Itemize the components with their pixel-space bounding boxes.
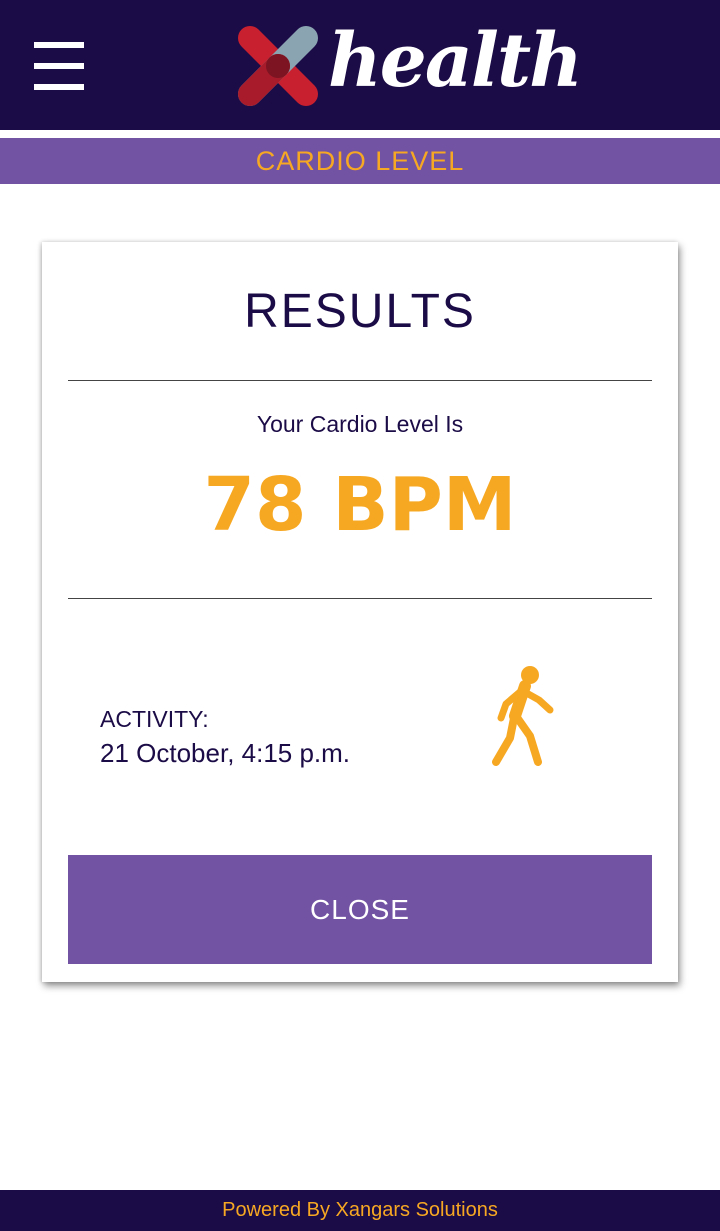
- divider-top: [68, 380, 652, 381]
- section-title-bar: CARDIO LEVEL: [0, 138, 720, 184]
- cardio-level-label: Your Cardio Level Is: [256, 411, 464, 437]
- app-footer: Powered By Xangars Solutions: [0, 1190, 720, 1231]
- activity-label: ACTIVITY:: [100, 706, 209, 732]
- activity-timestamp: 21 October, 4:15 p.m.: [100, 738, 351, 768]
- section-title: CARDIO LEVEL: [255, 146, 465, 176]
- menu-bar-top: [34, 42, 84, 48]
- divider-bottom: [68, 598, 652, 599]
- app-header: health: [0, 0, 720, 130]
- app-logo: health: [232, 18, 583, 112]
- results-card: RESULTS Your Cardio Level Is 78 BPM ACTI…: [42, 242, 678, 982]
- menu-bar-middle: [34, 63, 84, 69]
- walking-person-icon: [492, 666, 554, 766]
- results-title: RESULTS: [244, 285, 476, 338]
- cardio-level-value: 78 BPM: [203, 462, 517, 548]
- logo-wordmark: health: [328, 18, 583, 104]
- hamburger-menu-icon[interactable]: [34, 42, 84, 90]
- footer-powered-by: Powered By Xangars Solutions: [222, 1199, 498, 1221]
- x-logo-icon: [238, 26, 318, 106]
- close-button[interactable]: CLOSE: [68, 855, 652, 964]
- menu-bar-bottom: [34, 84, 84, 90]
- close-button-label: CLOSE: [310, 894, 410, 925]
